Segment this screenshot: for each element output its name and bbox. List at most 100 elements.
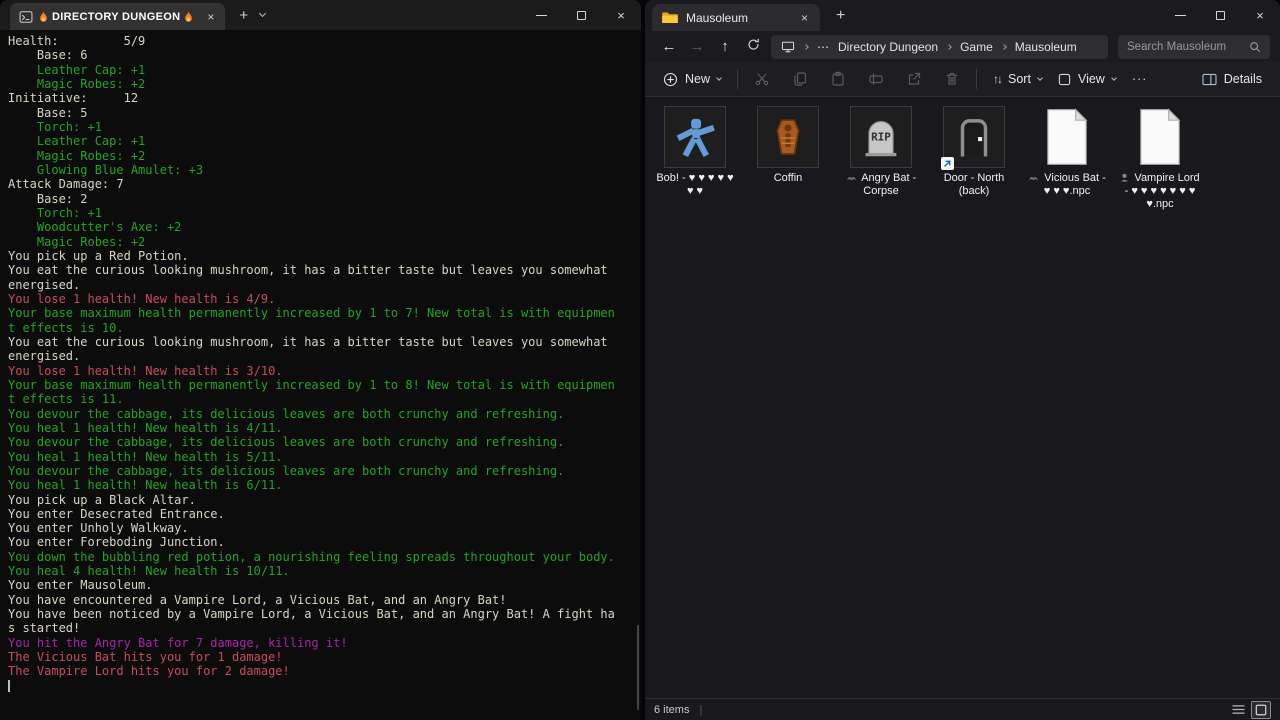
explorer-tab[interactable]: Mausoleum × xyxy=(652,4,820,31)
icons-view-toggle[interactable] xyxy=(1251,701,1271,719)
search-placeholder: Search Mausoleum xyxy=(1127,41,1249,53)
details-view-toggle[interactable] xyxy=(1228,701,1248,719)
forward-button[interactable]: → xyxy=(683,38,711,55)
terminal-line: You pick up a Black Altar. xyxy=(8,493,641,507)
terminal-line: You eat the curious looking mushroom, it… xyxy=(8,263,641,277)
paste-button[interactable] xyxy=(822,65,854,93)
terminal-line: Woodcutter's Axe: +2 xyxy=(8,220,641,234)
breadcrumb[interactable]: ⋯ Directory Dungeon Game Mausoleum xyxy=(771,35,1108,59)
search-box[interactable]: Search Mausoleum xyxy=(1118,35,1270,59)
delete-button[interactable] xyxy=(936,65,968,93)
sort-arrows-icon: ↑↓ xyxy=(993,72,1001,86)
terminal-line: You hit the Angry Bat for 7 damage, kill… xyxy=(8,636,641,650)
explorer-navigation-bar: ← → ↑ ⋯ Directory Dungeon Game Mausoleum S… xyxy=(645,31,1280,62)
terminal-line: You heal 1 health! New health is 6/11. xyxy=(8,478,641,492)
new-tab-button[interactable]: + xyxy=(836,7,845,25)
breadcrumb-chevron-icon xyxy=(803,44,809,50)
file-item[interactable]: Bob! - ♥ ♥ ♥ ♥ ♥ ♥ ♥ xyxy=(655,106,735,198)
terminal-window-controls: × xyxy=(521,0,641,30)
file-thumbnail: RIP xyxy=(850,106,912,168)
up-button[interactable]: ↑ xyxy=(711,38,739,55)
terminal-line: The Vampire Lord hits you for 2 damage! xyxy=(8,664,641,678)
bat-icon xyxy=(846,174,857,182)
terminal-line: You enter Unholy Walkway. xyxy=(8,521,641,535)
terminal-tab[interactable]: DIRECTORY DUNGEON × xyxy=(10,3,225,30)
explorer-file-area[interactable]: Bob! - ♥ ♥ ♥ ♥ ♥ ♥ ♥ Coffin RIP Angry Ba… xyxy=(645,98,1280,698)
breadcrumb-segment[interactable]: Mausoleum xyxy=(1015,40,1077,54)
terminal-line: You heal 1 health! New health is 4/11. xyxy=(8,421,641,435)
terminal-line: Base: 6 xyxy=(8,48,641,62)
terminal-line: energised. xyxy=(8,349,641,363)
terminal-line: You devour the cabbage, its delicious le… xyxy=(8,464,641,478)
breadcrumb-chevron-icon xyxy=(1001,44,1007,50)
terminal-line: You have been noticed by a Vampire Lord,… xyxy=(8,607,641,621)
file-thumbnail xyxy=(943,106,1005,168)
terminal-output[interactable]: Health: 5/9 Base: 6 Leather Cap: +1 Magi… xyxy=(0,30,641,720)
share-button[interactable] xyxy=(898,65,930,93)
file-name: Vampire Lord - ♥ ♥ ♥ ♥ ♥ ♥ ♥ ♥.npc xyxy=(1120,172,1200,211)
back-button[interactable]: ← xyxy=(655,38,683,55)
terminal-line: Initiative: 12 xyxy=(8,91,641,105)
terminal-line: Leather Cap: +1 xyxy=(8,63,641,77)
file-thumbnail xyxy=(1036,106,1098,168)
sort-button[interactable]: ↑↓ Sort xyxy=(985,65,1050,93)
minimize-button[interactable] xyxy=(1160,0,1200,30)
cut-button[interactable] xyxy=(746,65,778,93)
terminal-line: t effects is 10. xyxy=(8,321,641,335)
copy-button[interactable] xyxy=(784,65,816,93)
rename-button[interactable] xyxy=(860,65,892,93)
view-icon xyxy=(1058,73,1071,86)
terminal-line: Torch: +1 xyxy=(8,206,641,220)
file-thumbnail xyxy=(1129,106,1191,168)
terminal-line: You enter Desecrated Entrance. xyxy=(8,507,641,521)
maximize-button[interactable] xyxy=(561,0,601,30)
terminal-line: You down the bubbling red potion, a nour… xyxy=(8,550,641,564)
terminal-line: You heal 4 health! New health is 10/11. xyxy=(8,564,641,578)
terminal-scrollbar[interactable] xyxy=(637,625,639,710)
breadcrumb-segment[interactable]: Directory Dungeon xyxy=(838,40,938,54)
coffin-icon xyxy=(767,116,809,158)
file-item[interactable]: RIP Angry Bat - Corpse xyxy=(841,106,921,198)
terminal-line: You enter Mausoleum. xyxy=(8,578,641,592)
more-options-button[interactable]: ··· xyxy=(1124,65,1156,93)
file-name: Vicious Bat - ♥ ♥ ♥.npc xyxy=(1027,172,1107,198)
plus-circle-icon xyxy=(663,72,678,87)
svg-text:RIP: RIP xyxy=(871,130,891,143)
file-name: Door - North (back) xyxy=(934,172,1014,198)
shortcut-arrow-icon xyxy=(941,157,954,170)
breadcrumb-overflow[interactable]: ⋯ xyxy=(817,40,829,54)
minimize-button[interactable] xyxy=(521,0,561,30)
file-item[interactable]: Vicious Bat - ♥ ♥ ♥.npc xyxy=(1027,106,1107,198)
tombstone-icon: RIP xyxy=(859,115,903,159)
terminal-line: Base: 5 xyxy=(8,106,641,120)
tab-close-icon[interactable]: × xyxy=(799,11,810,25)
bat-icon xyxy=(1028,174,1039,182)
terminal-tab-title: DIRECTORY DUNGEON xyxy=(39,11,193,23)
terminal-line: Attack Damage: 7 xyxy=(8,177,641,191)
vampire-icon xyxy=(1120,173,1129,182)
terminal-line: The Vicious Bat hits you for 1 damage! xyxy=(8,650,641,664)
terminal-line: You lose 1 health! New health is 4/9. xyxy=(8,292,641,306)
ellipsis-icon: ··· xyxy=(1132,72,1148,86)
close-button[interactable]: × xyxy=(1240,0,1280,30)
explorer-tab-title: Mausoleum xyxy=(686,11,785,25)
details-button[interactable]: Details xyxy=(1194,65,1270,93)
tab-close-icon[interactable]: × xyxy=(205,10,216,24)
terminal-line: Magic Robes: +2 xyxy=(8,77,641,91)
file-item[interactable]: Coffin xyxy=(748,106,828,185)
new-tab-button[interactable]: + xyxy=(239,7,248,24)
maximize-button[interactable] xyxy=(1200,0,1240,30)
new-button[interactable]: New xyxy=(655,65,729,93)
explorer-window-controls: × xyxy=(1160,0,1280,30)
close-button[interactable]: × xyxy=(601,0,641,30)
refresh-button[interactable] xyxy=(739,38,767,55)
file-item[interactable]: Vampire Lord - ♥ ♥ ♥ ♥ ♥ ♥ ♥ ♥.npc xyxy=(1120,106,1200,211)
terminal-line: t effects is 11. xyxy=(8,392,641,406)
toolbar-divider xyxy=(976,69,977,89)
breadcrumb-segment[interactable]: Game xyxy=(960,40,993,54)
terminal-line: Leather Cap: +1 xyxy=(8,134,641,148)
explorer-status-bar: 6 items | xyxy=(645,698,1280,720)
tab-dropdown-icon[interactable] xyxy=(259,10,266,17)
file-item[interactable]: Door - North (back) xyxy=(934,106,1014,198)
view-button[interactable]: View xyxy=(1050,65,1124,93)
